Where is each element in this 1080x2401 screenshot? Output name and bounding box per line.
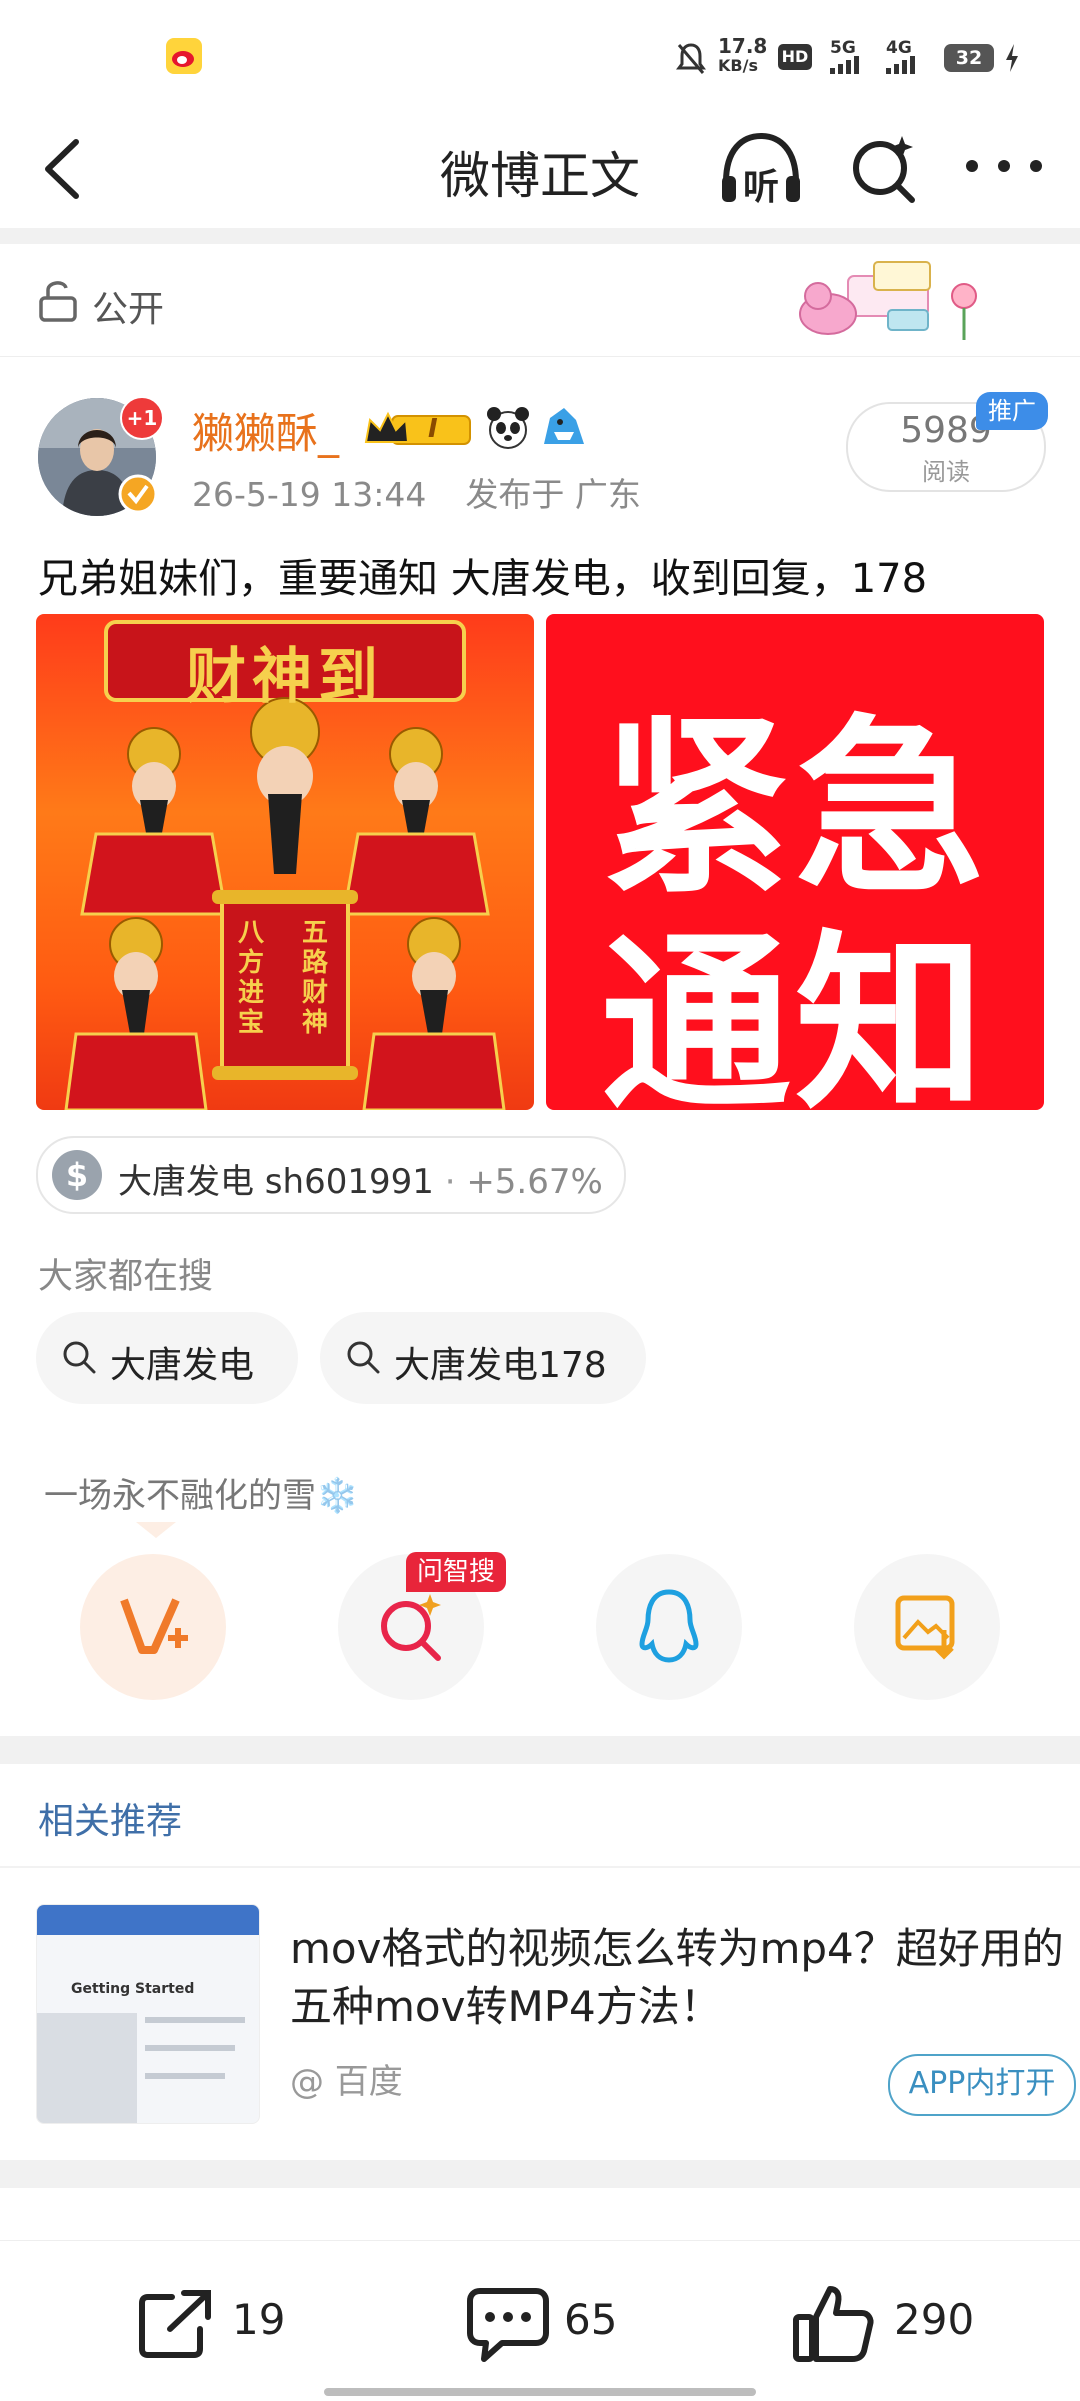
top-navigation-bar: 微博正文 听 bbox=[0, 110, 1080, 228]
post-meta: 26-5-19 13:44 发布于 广东 bbox=[192, 468, 641, 516]
related-item-source: @ 百度 bbox=[290, 2062, 403, 2102]
charging-icon bbox=[1006, 44, 1018, 72]
post-timestamp: 26-5-19 13:44 bbox=[192, 475, 427, 514]
share-caption: 一场永不融化的雪❄️ bbox=[44, 1476, 359, 1516]
verified-icon bbox=[118, 474, 158, 514]
post-image-urgent-notice[interactable]: 紧急 通知 bbox=[546, 614, 1044, 1110]
search-chip-1-text: 大唐发电 bbox=[110, 1345, 255, 1386]
listen-button[interactable]: 听 bbox=[716, 126, 806, 210]
stock-dollar-icon: $ bbox=[52, 1150, 102, 1200]
hd-indicator: HD bbox=[778, 44, 812, 70]
like-button[interactable]: 290 bbox=[790, 2271, 1010, 2371]
ai-search-icon bbox=[381, 1594, 441, 1661]
weibo-app-icon bbox=[166, 38, 202, 74]
related-title: 相关推荐 bbox=[38, 1801, 183, 1842]
thumb-panel bbox=[37, 2013, 137, 2123]
search-icon bbox=[63, 1341, 96, 1374]
open-in-app-button[interactable]: APP内打开 bbox=[888, 2054, 1076, 2116]
repost-count: 19 bbox=[232, 2295, 286, 2344]
visibility-label: 公开 bbox=[92, 289, 165, 330]
promo-tag: 推广 bbox=[976, 392, 1048, 430]
search-chip-1[interactable]: 大唐发电 bbox=[36, 1312, 298, 1404]
stock-name: 大唐发电 sh601991 bbox=[118, 1162, 434, 1202]
post-location: 发布于 广东 bbox=[465, 475, 641, 514]
repost-icon bbox=[139, 2290, 211, 2358]
repost-button[interactable]: 19 bbox=[130, 2271, 330, 2371]
signal-5g-icon bbox=[830, 56, 859, 74]
divider bbox=[0, 2160, 1080, 2188]
stock-separator: · bbox=[444, 1162, 456, 1202]
net-unit: KB/s bbox=[718, 56, 758, 75]
comment-icon bbox=[467, 2288, 549, 2362]
divider bbox=[0, 1736, 1080, 1764]
home-indicator[interactable] bbox=[324, 2388, 756, 2396]
thumbs-up-icon bbox=[793, 2286, 874, 2362]
unlock-icon bbox=[39, 281, 77, 322]
signal-4g-label: 4G bbox=[886, 38, 912, 58]
thumb-toolbar bbox=[37, 1905, 259, 1935]
divider bbox=[0, 228, 1080, 244]
divider bbox=[0, 1866, 1080, 1868]
comment-button[interactable]: 65 bbox=[460, 2271, 660, 2371]
stock-text: 大唐发电 sh601991 · +5.67% bbox=[118, 1154, 603, 1203]
search-chip-2[interactable]: 大唐发电178 bbox=[320, 1312, 646, 1404]
username[interactable]: 獭獭酥_ bbox=[192, 400, 339, 461]
related-thumbnail[interactable]: Getting Started bbox=[36, 1904, 260, 2124]
thumb-line bbox=[145, 2017, 245, 2023]
save-image-button[interactable] bbox=[854, 1554, 1000, 1700]
read-label: 阅读 bbox=[922, 458, 970, 486]
ai-search-badge: 问智搜 bbox=[406, 1552, 506, 1592]
bottom-action-bar: 19 65 290 bbox=[0, 2240, 1080, 2401]
level-badge: I bbox=[428, 414, 438, 444]
decorative-sticker bbox=[799, 261, 977, 340]
more-options-icon[interactable] bbox=[962, 154, 1046, 178]
post-text: 兄弟姐妹们，重要通知 大唐发电，收到回复，178 bbox=[38, 556, 928, 602]
search-icon bbox=[347, 1341, 380, 1374]
signal-5g-label: 5G bbox=[830, 38, 856, 58]
post-image-god-of-wealth[interactable]: 财神到 八方进宝 五路财神 bbox=[36, 614, 534, 1110]
ai-search-icon[interactable] bbox=[846, 130, 922, 206]
thumb-line bbox=[145, 2045, 235, 2051]
urgent-line-2: 通知 bbox=[600, 914, 989, 1110]
vplus-icon bbox=[120, 1598, 188, 1654]
download-image-icon bbox=[895, 1595, 955, 1660]
net-speed: 17.8 bbox=[718, 34, 768, 58]
shark-icon bbox=[544, 408, 584, 444]
avatar-notification-badge: +1 bbox=[120, 396, 164, 440]
listen-label: 听 bbox=[742, 167, 779, 208]
qq-icon bbox=[639, 1589, 699, 1663]
thumb-heading: Getting Started bbox=[71, 1981, 195, 1997]
crown-badge-icon bbox=[364, 411, 471, 445]
stock-change: +5.67% bbox=[466, 1162, 603, 1202]
image1-scroll-right: 五路财神 bbox=[302, 918, 329, 1038]
qq-share-button[interactable] bbox=[596, 1554, 742, 1700]
battery-indicator: 32 bbox=[944, 44, 994, 72]
trending-search-label: 大家都在搜 bbox=[38, 1257, 214, 1297]
stock-tag[interactable]: $ 大唐发电 sh601991 · +5.67% bbox=[36, 1136, 626, 1214]
related-item-title[interactable]: mov格式的视频怎么转为mp4？超好用的五种mov转MP4方法！ bbox=[290, 1920, 1070, 2036]
mute-icon bbox=[676, 43, 706, 74]
comment-count: 65 bbox=[564, 2295, 618, 2344]
image1-banner: 财神到 bbox=[186, 642, 384, 712]
image1-scroll-left: 八方进宝 bbox=[238, 918, 265, 1038]
search-chip-2-text: 大唐发电178 bbox=[394, 1345, 607, 1386]
caption-pointer bbox=[136, 1522, 176, 1538]
vplus-share-button[interactable] bbox=[80, 1554, 226, 1700]
vip-badge: I bbox=[362, 408, 474, 450]
like-count: 290 bbox=[894, 2295, 975, 2344]
signal-4g-icon bbox=[886, 56, 915, 74]
thumb-line bbox=[145, 2073, 225, 2079]
panda-icon bbox=[487, 407, 529, 449]
status-bar: 17.8 KB/s HD 5G 4G 32 bbox=[0, 0, 1080, 110]
visibility-row: 公开 bbox=[0, 244, 1080, 357]
